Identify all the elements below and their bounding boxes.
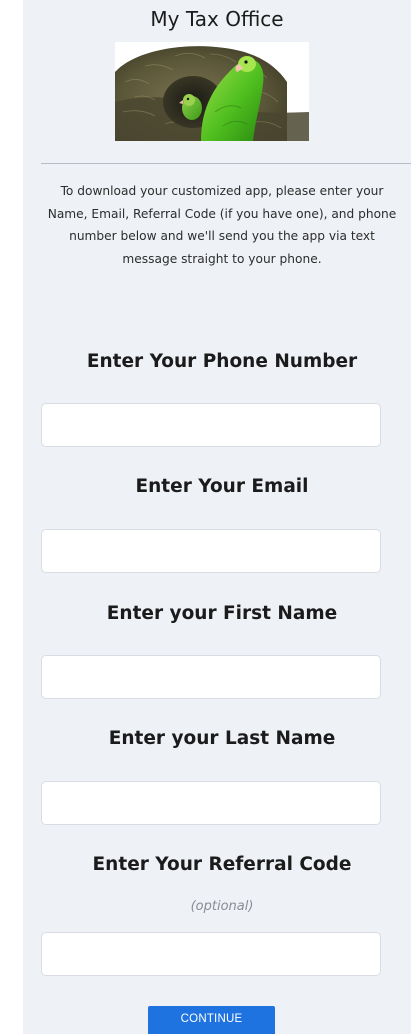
app-title: My Tax Office [150, 7, 284, 31]
phone-input[interactable] [41, 403, 381, 447]
parrots-photo [115, 42, 309, 141]
referral-optional-note: (optional) [190, 899, 254, 914]
continue-button[interactable]: CONTINUE [148, 1006, 275, 1034]
email-input[interactable] [41, 529, 381, 573]
first-name-input[interactable] [41, 655, 381, 699]
header-divider [41, 163, 411, 164]
first-name-label: Enter your First Name [106, 603, 338, 624]
signup-page: My Tax Office To download your customize… [23, 0, 411, 1034]
phone-label: Enter Your Phone Number [86, 351, 358, 372]
last-name-label: Enter your Last Name [108, 728, 336, 749]
referral-code-input[interactable] [41, 932, 381, 976]
last-name-input[interactable] [41, 781, 381, 825]
email-label: Enter Your Email [135, 476, 309, 497]
intro-text: To download your customized app, please … [47, 184, 397, 266]
referral-code-label: Enter Your Referral Code [92, 854, 352, 875]
